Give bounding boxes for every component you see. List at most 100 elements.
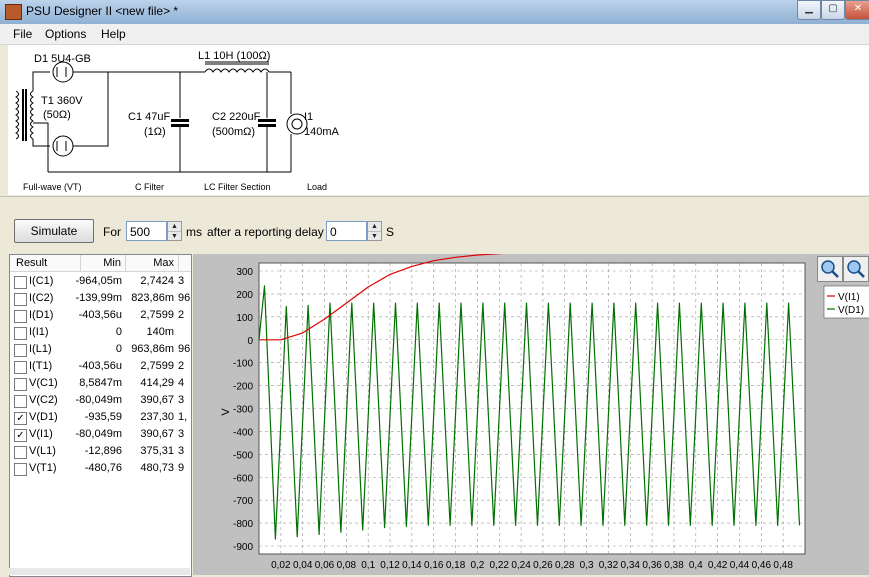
result-checkbox[interactable]: [14, 344, 27, 357]
result-checkbox[interactable]: [14, 378, 27, 391]
duration-input[interactable]: 500: [126, 221, 167, 241]
x-tick-label: 0,42: [708, 560, 728, 571]
section-c-filter: C Filter: [135, 182, 164, 192]
delay-spinner[interactable]: ▲ ▼: [367, 221, 382, 241]
spin-down-icon[interactable]: ▼: [168, 232, 181, 241]
table-row[interactable]: V(L1) -12,896 375,31 3: [10, 443, 191, 460]
result-checkbox[interactable]: [14, 327, 27, 340]
i1-label[interactable]: I1: [304, 111, 313, 123]
d1-label[interactable]: D1 5U4-GB: [34, 53, 91, 65]
result-checkbox[interactable]: [14, 446, 27, 459]
table-horizontal-scrollbar[interactable]: [9, 568, 190, 575]
section-lc-filter: LC Filter Section: [204, 182, 271, 192]
x-tick-label: 0,46: [752, 560, 772, 571]
column-header-result[interactable]: Result: [10, 255, 81, 272]
capacitor-c2-symbol[interactable]: [258, 119, 276, 122]
table-row[interactable]: I(D1) -403,56u 2,7599 2: [10, 307, 191, 324]
spin-up-icon[interactable]: ▲: [368, 222, 381, 232]
x-tick-label: 0,16: [424, 560, 444, 571]
x-tick-label: 0,4: [689, 560, 703, 571]
x-tick-label: 0,06: [315, 560, 335, 571]
table-row[interactable]: I(I1) 0 140m: [10, 324, 191, 341]
y-tick-label: 200: [236, 290, 253, 301]
result-checkbox[interactable]: ✓: [14, 412, 27, 425]
result-checkbox[interactable]: [14, 463, 27, 476]
diode-tube-bottom[interactable]: [52, 135, 74, 157]
y-tick-label: -900: [233, 542, 253, 553]
transformer-symbol[interactable]: [15, 89, 34, 141]
x-tick-label: 0,02: [271, 560, 291, 571]
column-header-extra[interactable]: [179, 255, 191, 272]
menu-file[interactable]: File: [13, 27, 32, 41]
result-max: 2,7599: [140, 309, 174, 321]
column-header-max[interactable]: Max: [126, 255, 179, 272]
result-max: 2,7424: [140, 275, 174, 287]
table-row[interactable]: I(C2) -139,99m 823,86m 96: [10, 290, 191, 307]
y-tick-label: -400: [233, 427, 253, 438]
menu-help[interactable]: Help: [101, 27, 126, 41]
delay-input[interactable]: 0: [326, 221, 367, 241]
table-row[interactable]: V(C1) 8,5847m 414,29 4: [10, 375, 191, 392]
menu-options[interactable]: Options: [45, 27, 86, 41]
x-tick-label: 0,34: [621, 560, 641, 571]
table-row[interactable]: ✓ V(I1) -80,049m 390,67 3: [10, 426, 191, 443]
result-max: 963,86m: [131, 343, 174, 355]
i1-value: 140mA: [304, 126, 339, 138]
title-bar: PSU Designer II <new file> * ▁ ▢ ✕: [0, 0, 869, 24]
l1-label[interactable]: L1 10H (100Ω): [198, 50, 270, 62]
magnifier-minus-icon: [847, 260, 865, 278]
schematic-panel: D1 5U4-GB T1 360V (50Ω) L1 10H (100Ω) C1…: [8, 45, 869, 195]
section-load: Load: [307, 182, 328, 192]
y-tick-label: -500: [233, 450, 253, 461]
zoom-out-button[interactable]: [843, 256, 869, 282]
result-checkbox[interactable]: [14, 276, 27, 289]
result-max: 140m: [146, 326, 174, 338]
simulate-button[interactable]: Simulate: [14, 219, 94, 243]
result-max: 375,31: [140, 445, 174, 457]
x-tick-label: 0,1: [361, 560, 375, 571]
y-tick-label: -300: [233, 405, 253, 416]
table-row[interactable]: ✓ V(D1) -935,59 237,30 1,: [10, 409, 191, 426]
result-min: -480,76: [84, 462, 122, 474]
result-max: 237,30: [140, 411, 174, 423]
table-row[interactable]: V(C2) -80,049m 390,67 3: [10, 392, 191, 409]
zoom-in-button[interactable]: [817, 256, 843, 282]
result-extra: 3: [178, 428, 185, 440]
diode-tube-top[interactable]: [52, 61, 74, 83]
y-tick-label: 300: [236, 267, 253, 278]
result-min: -403,56u: [78, 309, 122, 321]
c1-label[interactable]: C1 47uF: [128, 111, 170, 123]
y-tick-label: -200: [233, 382, 253, 393]
maximize-button[interactable]: ▢: [821, 0, 845, 20]
result-max: 390,67: [140, 428, 174, 440]
inductor-symbol[interactable]: [204, 61, 270, 73]
close-button[interactable]: ✕: [845, 0, 869, 20]
waveform-chart[interactable]: 300 200 100 0 -100 -200 -300 -400 -500 -600 -700 -8…: [193, 254, 869, 575]
result-checkbox[interactable]: [14, 361, 27, 374]
table-row[interactable]: I(T1) -403,56u 2,7599 2: [10, 358, 191, 375]
result-extra: 1,: [178, 411, 188, 423]
duration-spinner[interactable]: ▲ ▼: [167, 221, 182, 241]
spin-down-icon[interactable]: ▼: [368, 232, 381, 241]
capacitor-c1-symbol[interactable]: [171, 119, 189, 122]
table-row[interactable]: V(T1) -480,76 480,73 9: [10, 460, 191, 477]
result-checkbox[interactable]: ✓: [14, 429, 27, 442]
t1-resistance: (50Ω): [43, 109, 71, 121]
result-checkbox[interactable]: [14, 395, 27, 408]
result-extra: 96: [178, 343, 191, 355]
result-checkbox[interactable]: [14, 310, 27, 323]
result-min: -139,99m: [75, 292, 122, 304]
result-checkbox[interactable]: [14, 293, 27, 306]
x-tick-label: 0,08: [337, 560, 357, 571]
c2-label[interactable]: C2 220uF: [212, 111, 260, 123]
result-extra: 3: [178, 394, 185, 406]
minimize-button[interactable]: ▁: [797, 0, 821, 20]
table-row[interactable]: I(C1) -964,05m 2,7424 3: [10, 273, 191, 290]
column-header-min[interactable]: Min: [81, 255, 126, 272]
result-max: 480,73: [140, 462, 174, 474]
t1-label[interactable]: T1 360V: [41, 95, 83, 107]
spin-up-icon[interactable]: ▲: [168, 222, 181, 232]
table-row[interactable]: I(L1) 0 963,86m 96: [10, 341, 191, 358]
x-tick-label: 0,26: [533, 560, 553, 571]
splitter-bar[interactable]: [0, 196, 869, 211]
